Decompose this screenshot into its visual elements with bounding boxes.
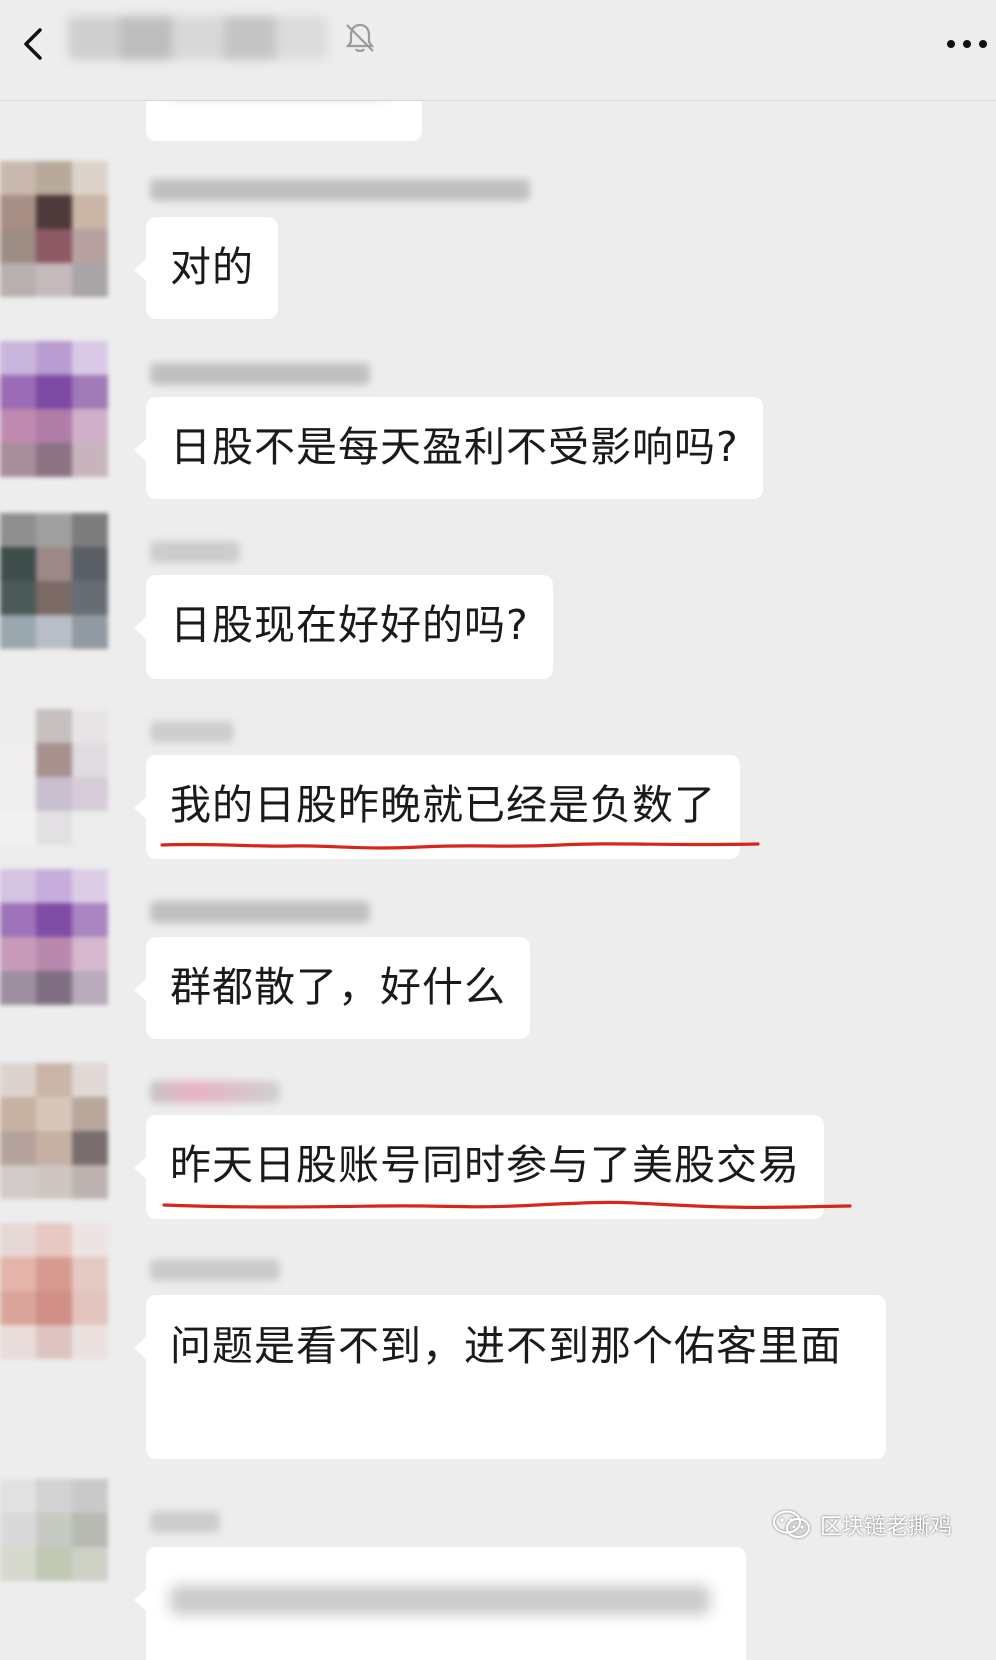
avatar[interactable]: [0, 161, 116, 297]
message-bubble[interactable]: 昨天日股账号同时参与了美股交易: [134, 1115, 852, 1219]
message-text: 群都散了，好什么: [170, 963, 506, 1011]
red-underline-annotation: [160, 842, 760, 850]
sender-name-blurred: [150, 1081, 280, 1103]
wechat-icon: [772, 1510, 811, 1539]
sender-name-blurred: [150, 721, 234, 743]
avatar[interactable]: [0, 869, 116, 1005]
sender-name-blurred: [150, 1259, 280, 1281]
red-underline-annotation: [162, 1200, 852, 1209]
avatar[interactable]: [0, 1479, 116, 1615]
watermark-text: 区块链老撕鸡: [820, 1515, 953, 1540]
watermark: 区块链老撕鸡: [772, 1503, 952, 1547]
sender-name-blurred: [150, 1511, 220, 1533]
sender-name-blurred: [150, 541, 240, 563]
mute-bell-icon: [345, 23, 375, 52]
message-bubble[interactable]: 日股现在好好的吗?: [134, 575, 553, 679]
message-bubble-cut[interactable]: [146, 101, 422, 141]
message-bubble[interactable]: 我的日股昨晚就已经是负数了: [134, 755, 760, 859]
back-arrow-icon[interactable]: [14, 24, 54, 64]
message-list[interactable]: 对的 日股不是每天盈利不受影响吗? 日股现在好好的吗? 我的日股昨晚就已经是负数…: [0, 101, 996, 1660]
message-bubble[interactable]: [134, 1547, 746, 1660]
chat-header: [0, 0, 996, 101]
sender-name-blurred: [150, 179, 530, 201]
avatar[interactable]: [0, 1223, 116, 1359]
avatar[interactable]: [0, 709, 116, 845]
message-bubble[interactable]: 问题是看不到，进不到那个佑客里面: [134, 1295, 886, 1459]
avatar[interactable]: [0, 341, 116, 477]
more-dots-icon[interactable]: [944, 36, 990, 52]
message-text: 我的日股昨晚就已经是负数了: [170, 781, 716, 829]
message-text: 日股不是每天盈利不受影响吗?: [170, 423, 739, 471]
sender-name-blurred: [150, 363, 370, 385]
message-bubble[interactable]: 日股不是每天盈利不受影响吗?: [134, 397, 763, 499]
message-text: 对的: [170, 243, 254, 291]
message-text: 问题是看不到，进不到那个佑客里面: [170, 1322, 842, 1370]
chat-title-blurred: [68, 16, 328, 60]
message-bubble[interactable]: 对的: [134, 217, 278, 319]
avatar[interactable]: [0, 513, 116, 649]
message-bubble[interactable]: 群都散了，好什么: [134, 937, 530, 1039]
message-text: 日股现在好好的吗?: [170, 601, 529, 649]
avatar[interactable]: [0, 1063, 116, 1199]
sender-name-blurred: [150, 901, 370, 923]
message-text: 昨天日股账号同时参与了美股交易: [170, 1141, 800, 1189]
cut-off-text: [170, 1585, 710, 1615]
